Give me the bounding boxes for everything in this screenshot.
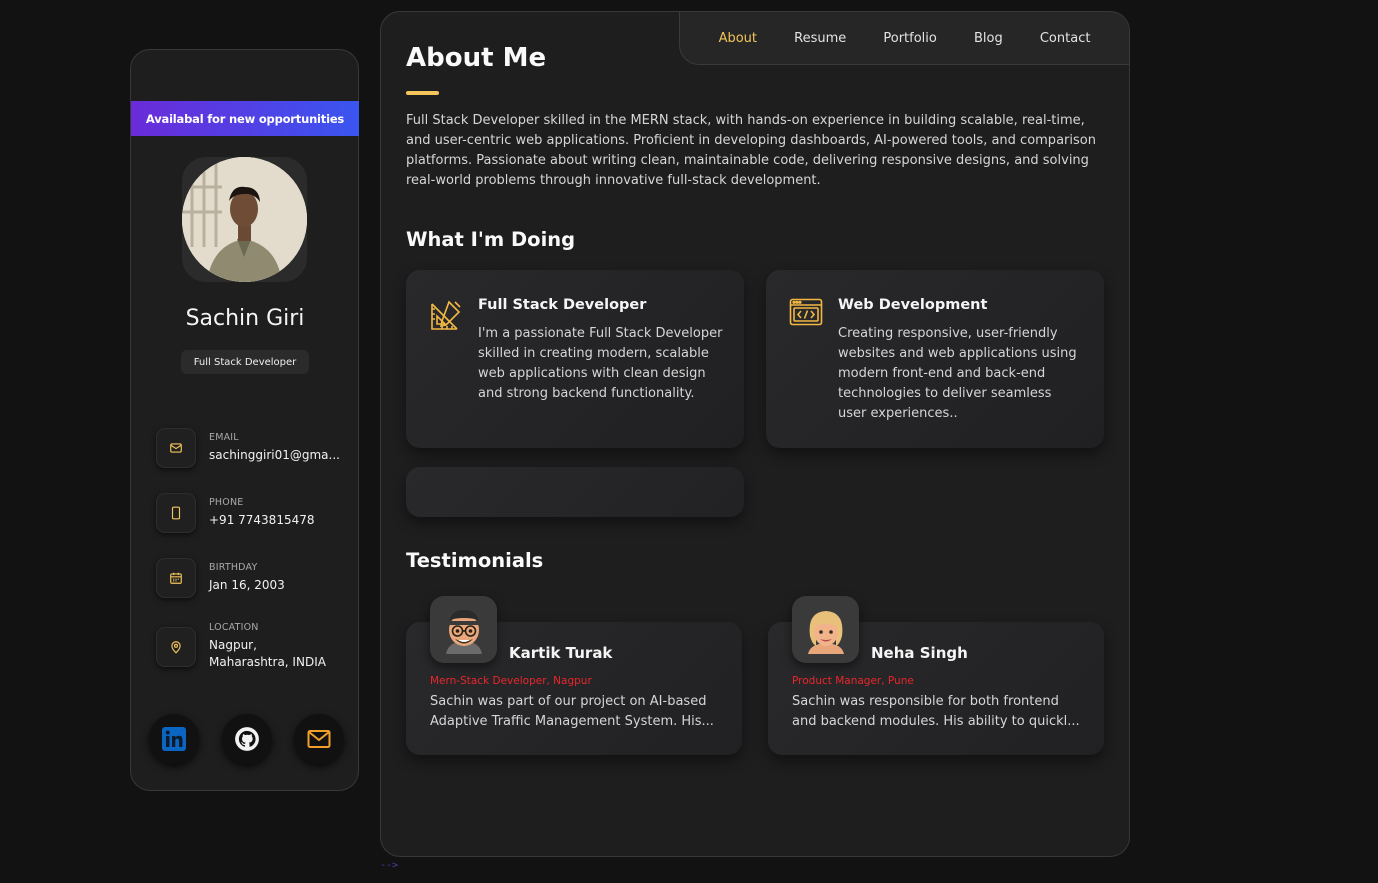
phone-link[interactable]: +91 7743815478 <box>209 512 315 529</box>
service-card-webdev: Web Development Creating responsive, use… <box>766 270 1104 448</box>
testimonial-name: Kartik Turak <box>509 644 613 662</box>
contact-birthday: BIRTHDAY Jan 16, 2003 <box>156 558 346 598</box>
contact-location: LOCATION Nagpur, Maharashtra, INDIA <box>156 622 346 671</box>
page-title: About Me <box>406 43 547 73</box>
email-button[interactable] <box>294 714 344 764</box>
mail-icon <box>156 428 196 468</box>
service-card-fullstack: Full Stack Developer I'm a passionate Fu… <box>406 270 744 448</box>
services-heading: What I'm Doing <box>406 228 576 251</box>
testimonial-card-kartik[interactable]: Kartik Turak Mern-Stack Developer, Nagpu… <box>406 596 742 755</box>
profile-sidebar: Availabal for new opportunities Sachin G… <box>130 49 359 791</box>
nav-blog[interactable]: Blog <box>974 31 1003 46</box>
avatar <box>182 157 307 282</box>
about-description: Full Stack Developer skilled in the MERN… <box>406 113 1096 188</box>
contact-email: EMAIL sachinggiri01@gma... <box>156 428 346 468</box>
testimonial-text: Sachin was responsible for both frontend… <box>792 694 1080 729</box>
testimonial-avatar <box>430 596 497 663</box>
nav-resume[interactable]: Resume <box>794 31 846 46</box>
testimonial-text: Sachin was part of our project on AI-bas… <box>430 694 714 729</box>
availability-banner: Availabal for new opportunities <box>131 101 359 136</box>
navbar: About Resume Portfolio Blog Contact <box>679 12 1129 65</box>
location-value: Nagpur, Maharashtra, INDIA <box>209 638 326 669</box>
social-links <box>149 714 344 764</box>
title-underline <box>406 91 439 95</box>
testimonial-card-neha[interactable]: Neha Singh Product Manager, Pune Sachin … <box>768 596 1104 755</box>
linkedin-icon <box>162 727 186 751</box>
location-icon <box>156 626 196 667</box>
contact-label: BIRTHDAY <box>209 562 258 573</box>
testimonials-heading: Testimonials <box>406 549 544 572</box>
stray-comment-text: --> <box>380 860 399 871</box>
service-description: Creating responsive, user-friendly websi… <box>838 326 1077 421</box>
design-tools-icon <box>429 298 463 336</box>
testimonial-role: Product Manager, Pune <box>792 675 914 687</box>
service-title: Full Stack Developer <box>478 297 647 313</box>
nav-contact[interactable]: Contact <box>1040 31 1091 46</box>
nav-portfolio[interactable]: Portfolio <box>883 31 936 46</box>
mail-icon <box>307 730 331 748</box>
phone-icon <box>156 493 196 533</box>
profile-photo <box>182 157 307 282</box>
empty-service-card <box>406 467 744 517</box>
linkedin-button[interactable] <box>149 714 199 764</box>
role-badge: Full Stack Developer <box>181 350 309 374</box>
calendar-icon <box>156 558 196 598</box>
contact-phone: PHONE +91 7743815478 <box>156 493 346 533</box>
github-icon <box>234 727 259 751</box>
github-button[interactable] <box>221 714 272 764</box>
birthday-value: Jan 16, 2003 <box>209 578 285 592</box>
profile-name: Sachin Giri <box>185 306 305 331</box>
email-link[interactable]: sachinggiri01@gma... <box>209 447 340 464</box>
service-title: Web Development <box>838 297 988 313</box>
nav-about[interactable]: About <box>719 31 757 46</box>
testimonial-name: Neha Singh <box>871 644 968 662</box>
code-window-icon <box>789 298 823 330</box>
contact-label: EMAIL <box>209 432 239 443</box>
contact-label: PHONE <box>209 497 244 508</box>
testimonial-avatar <box>792 596 859 663</box>
service-description: I'm a passionate Full Stack Developer sk… <box>478 326 723 401</box>
testimonial-role: Mern-Stack Developer, Nagpur <box>430 675 592 687</box>
contact-label: LOCATION <box>209 622 259 633</box>
main-content: About Resume Portfolio Blog Contact Abou… <box>380 11 1130 857</box>
